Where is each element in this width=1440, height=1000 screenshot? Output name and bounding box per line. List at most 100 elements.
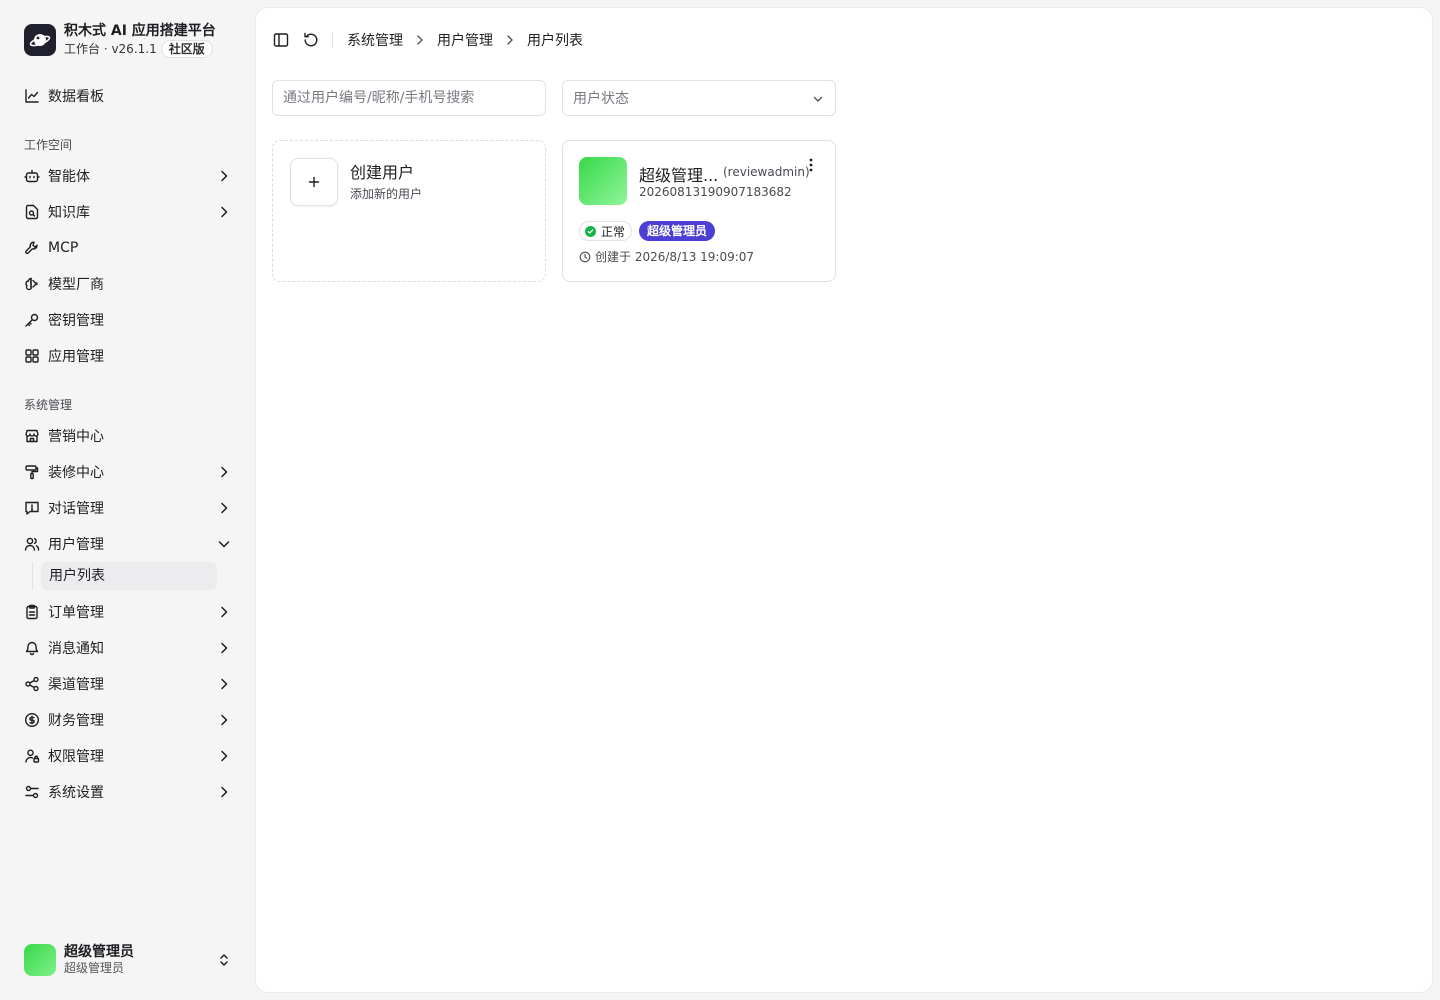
role-badge: 超级管理员	[639, 221, 716, 241]
clock-icon	[579, 251, 591, 263]
nav-apps[interactable]: 应用管理	[16, 340, 240, 372]
wrench-icon	[24, 240, 40, 256]
nav-decoration[interactable]: 装修中心	[16, 456, 240, 488]
share-icon	[24, 676, 40, 692]
status-select[interactable]: 用户状态	[562, 80, 836, 116]
chevron-right-icon	[216, 204, 232, 220]
breadcrumb-system[interactable]: 系统管理	[347, 30, 403, 50]
chevrons-up-down-icon	[216, 952, 232, 968]
status-badge: 正常	[579, 221, 633, 241]
nav-model-vendors[interactable]: 模型厂商	[16, 268, 240, 300]
dollar-circle-icon	[24, 712, 40, 728]
create-user-title: 创建用户	[350, 163, 415, 182]
current-user-menu[interactable]: 超级管理员 超级管理员	[24, 944, 240, 976]
grid-icon	[24, 348, 40, 364]
nav-finance[interactable]: 财务管理	[16, 704, 240, 736]
edition-badge: 社区版	[160, 40, 213, 58]
bell-icon	[24, 640, 40, 656]
status-select-placeholder: 用户状态	[573, 91, 629, 107]
sidebar-toggle-icon[interactable]	[272, 31, 290, 49]
nav-label: 用户管理	[48, 537, 104, 553]
sidebar: 积木式 AI 应用搭建平台 工作台 · v26.1.1 社区版 数据看板 工作空…	[0, 0, 256, 1000]
nav-channels[interactable]: 渠道管理	[16, 668, 240, 700]
current-user-name: 超级管理员	[64, 944, 134, 960]
chevron-right-icon	[216, 464, 232, 480]
created-at: 创建于 2026/8/13 19:09:07	[579, 248, 754, 265]
chevron-right-icon	[216, 784, 232, 800]
nav-keys[interactable]: 密钥管理	[16, 304, 240, 336]
chevron-right-icon	[216, 748, 232, 764]
created-at-text: 创建于 2026/8/13 19:09:07	[595, 250, 755, 264]
avatar	[24, 944, 56, 976]
users-icon	[24, 536, 40, 552]
sidebar-item-user-list[interactable]: 用户列表	[41, 562, 217, 590]
plus-icon	[290, 158, 338, 206]
brand[interactable]: 积木式 AI 应用搭建平台 工作台 · v26.1.1 社区版	[24, 22, 216, 58]
check-circle-icon	[585, 225, 596, 237]
nav-conversations[interactable]: 对话管理	[16, 492, 240, 524]
nav-label: 营销中心	[48, 429, 104, 445]
breadcrumb-users[interactable]: 用户管理	[437, 30, 493, 50]
nav-label: 装修中心	[48, 465, 104, 481]
message-alert-icon	[24, 500, 40, 516]
nav-label: 消息通知	[48, 641, 104, 657]
nav-label: 应用管理	[48, 349, 104, 365]
brain-icon	[24, 276, 40, 292]
nav-notifications[interactable]: 消息通知	[16, 632, 240, 664]
user-lock-icon	[24, 748, 40, 764]
nav-label: 对话管理	[48, 501, 104, 517]
paint-roller-icon	[24, 464, 40, 480]
nav-label: 数据看板	[48, 89, 104, 105]
chevron-right-icon	[216, 168, 232, 184]
nav-label: 权限管理	[48, 749, 104, 765]
nav-knowledge[interactable]: 知识库	[16, 196, 240, 228]
nav-label: 密钥管理	[48, 313, 104, 329]
section-system: 系统管理	[24, 398, 73, 412]
search-input[interactable]	[272, 80, 546, 116]
main-panel: 系统管理 用户管理 用户列表 用户状态 创建用户 添加新的用户 超级管理... …	[256, 8, 1432, 992]
chevron-right-icon	[413, 33, 427, 47]
nav-marketing[interactable]: 营销中心	[16, 420, 240, 452]
planet-logo-icon	[24, 24, 56, 56]
nav-label: 订单管理	[48, 605, 104, 621]
nav-label: 财务管理	[48, 713, 104, 729]
chevron-right-icon	[216, 500, 232, 516]
status-label: 正常	[601, 224, 626, 239]
user-nickname: 超级管理...	[639, 166, 719, 185]
create-user-description: 添加新的用户	[350, 187, 423, 201]
user-username: (reviewadmin)	[723, 165, 810, 179]
section-workspace: 工作空间	[24, 138, 73, 152]
bot-icon	[24, 168, 40, 184]
topbar: 系统管理 用户管理 用户列表	[272, 28, 583, 52]
chevron-right-icon	[216, 712, 232, 728]
nav-label: 渠道管理	[48, 677, 104, 693]
nav-dashboard[interactable]: 数据看板	[16, 80, 240, 112]
refresh-icon[interactable]	[302, 31, 320, 49]
nav-agents[interactable]: 智能体	[16, 160, 240, 192]
nav-permissions[interactable]: 权限管理	[16, 740, 240, 772]
nav-label: 智能体	[48, 169, 90, 185]
nav-label: 知识库	[48, 205, 90, 221]
nav-label: MCP	[48, 240, 79, 256]
current-user-role: 超级管理员	[64, 961, 125, 975]
chevron-right-icon	[216, 604, 232, 620]
nav-label: 系统设置	[48, 785, 104, 801]
avatar	[579, 157, 627, 205]
nav-orders[interactable]: 订单管理	[16, 596, 240, 628]
breadcrumb-user-list: 用户列表	[527, 33, 583, 49]
chart-line-icon	[24, 88, 40, 104]
nav-label: 模型厂商	[48, 277, 104, 293]
nav-mcp[interactable]: MCP	[16, 232, 240, 264]
nav-users[interactable]: 用户管理	[16, 528, 240, 560]
more-vertical-icon[interactable]	[803, 157, 819, 173]
clipboard-icon	[24, 604, 40, 620]
users-submenu: 用户列表	[32, 562, 217, 590]
file-search-icon	[24, 204, 40, 220]
nav-settings[interactable]: 系统设置	[16, 776, 240, 808]
user-card[interactable]: 超级管理... (reviewadmin) 202608131909071836…	[562, 140, 836, 282]
brand-title: 积木式 AI 应用搭建平台	[64, 23, 216, 39]
chevron-down-icon	[811, 92, 825, 106]
create-user-card[interactable]: 创建用户 添加新的用户	[272, 140, 546, 282]
chevron-right-icon	[503, 33, 517, 47]
store-icon	[24, 428, 40, 444]
